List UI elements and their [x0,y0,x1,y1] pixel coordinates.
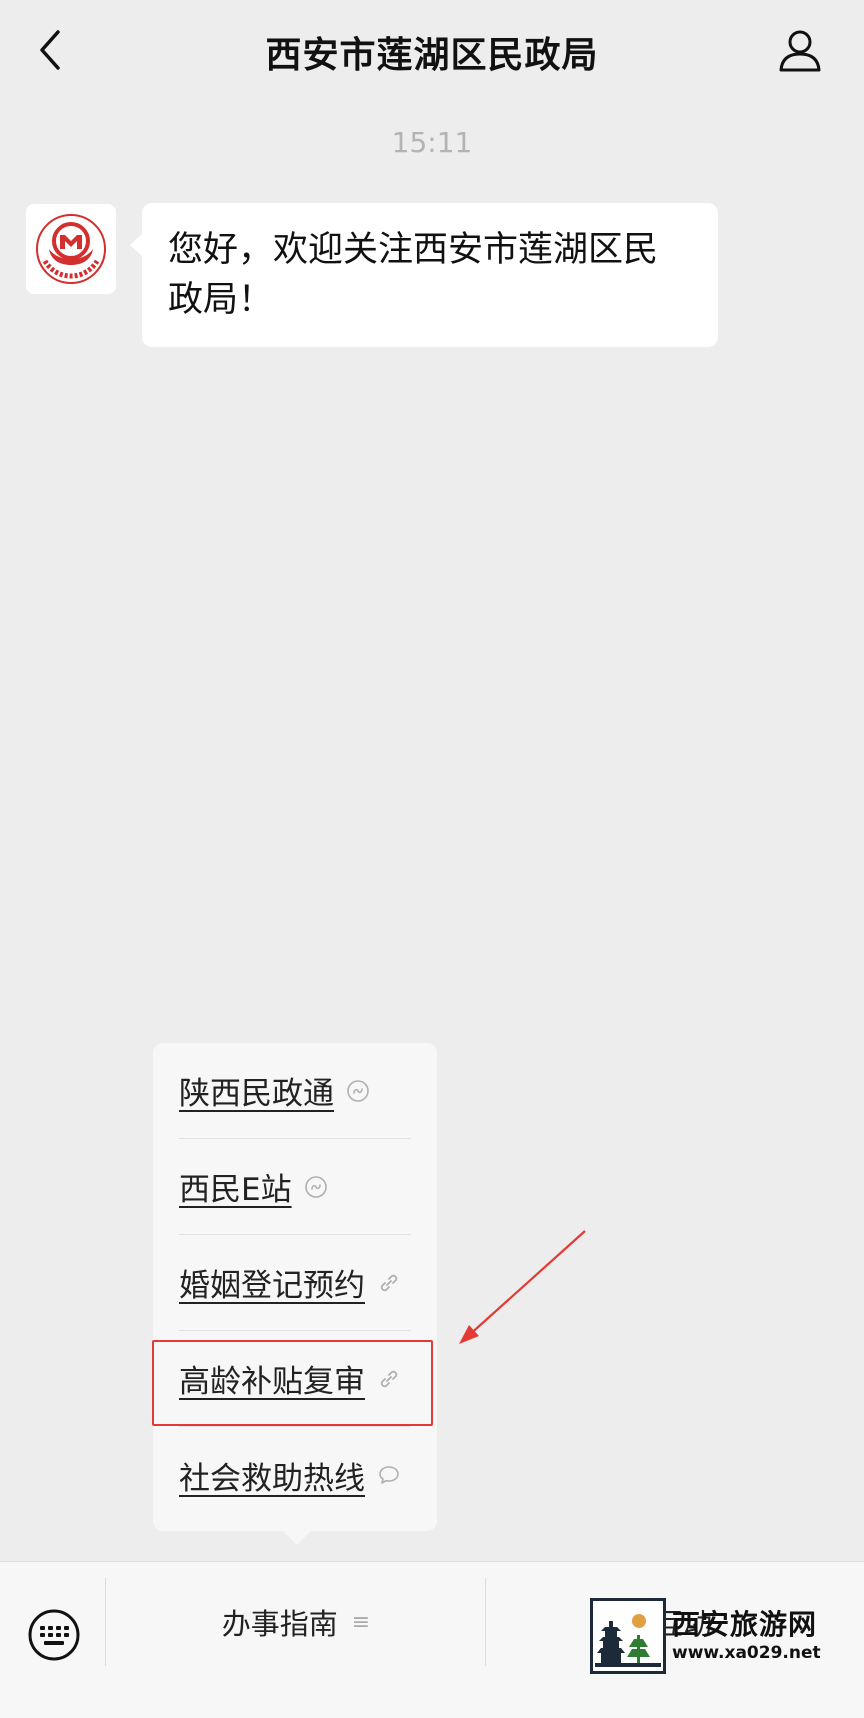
submenu-popup: 陕西民政通 西民E站 婚姻登记预约 高龄补贴复审 社会救助热线 [153,1043,437,1545]
menu-item-senior-subsidy-review[interactable]: 高龄补贴复审 [179,1331,411,1427]
profile-button[interactable] [772,22,828,78]
header-bar: 西安市莲湖区民政局 [0,0,864,100]
menu-item-label: 高龄补贴复审 [179,1364,365,1400]
menu-item-marriage-registration[interactable]: 婚姻登记预约 [179,1235,411,1331]
civil-affairs-logo-icon [36,214,106,284]
tab-label: 办事指南 [221,1607,338,1641]
mini-program-icon [304,1175,328,1199]
watermark-url: www.xa029.net [672,1643,821,1663]
pagoda-icon [593,1601,663,1671]
tab-service-guide[interactable]: 办事指南 ≡ [106,1562,486,1682]
mini-program-icon [346,1079,370,1103]
message-bubble[interactable]: 您好，欢迎关注西安市莲湖区民政局！ [130,203,718,347]
menu-item-label: 陕西民政通 [179,1076,334,1112]
link-icon [377,1367,401,1391]
menu-item-label: 婚姻登记预约 [179,1268,365,1304]
avatar[interactable] [26,204,116,294]
menu-item-label: 社会救助热线 [179,1460,365,1497]
menu-item-label: 西民E站 [179,1172,292,1208]
watermark: 西安旅游网 www.xa029.net [590,1598,840,1674]
watermark-text: 西安旅游网 www.xa029.net [672,1608,821,1664]
message-timestamp: 15:11 [391,126,473,159]
link-icon [377,1271,401,1295]
menu-lines-icon: ≡ [351,1609,371,1635]
watermark-title: 西安旅游网 [672,1608,818,1641]
keyboard-icon [28,1609,80,1661]
annotation-arrow-icon [459,1230,586,1344]
watermark-logo [590,1598,666,1674]
menu-item-shaanxi-minzhengtong[interactable]: 陕西民政通 [179,1043,411,1139]
menu-item-social-assistance-hotline[interactable]: 社会救助热线 [179,1427,411,1523]
person-icon [779,30,821,72]
chat-screen: 西安市莲湖区民政局 15:11 您好，欢迎关注西安市莲湖区民政局！ 陕西民政通 … [0,0,864,1718]
page-title: 西安市莲湖区民政局 [265,35,599,76]
chat-bubble-icon [377,1463,401,1487]
menu-item-ximin-estation[interactable]: 西民E站 [179,1139,411,1235]
keyboard-toggle-button[interactable] [26,1590,82,1680]
